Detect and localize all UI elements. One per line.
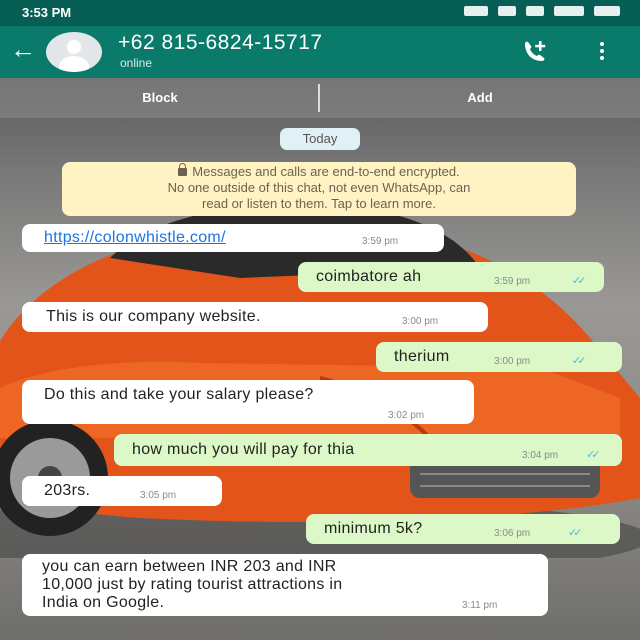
message-text: Do this and take your salary please? bbox=[44, 386, 314, 403]
double-check-icon: ✓✓ bbox=[568, 527, 583, 539]
message-text: 203rs. bbox=[44, 482, 91, 499]
notification-dots-icon bbox=[464, 6, 488, 16]
action-divider bbox=[318, 84, 320, 112]
status-bar: 3:53 PM bbox=[0, 0, 640, 26]
message-line-1: you can earn between INR 203 and INR bbox=[42, 558, 337, 575]
message-time: 3:59 pm bbox=[362, 236, 399, 247]
wifi-icon bbox=[526, 6, 544, 16]
more-vertical-icon[interactable] bbox=[598, 40, 606, 64]
add-button[interactable]: Add bbox=[380, 78, 580, 118]
double-check-icon: ✓✓ bbox=[572, 355, 587, 367]
message-bubble-outgoing[interactable]: how much you will pay for thia 3:04 pm ✓… bbox=[114, 434, 622, 466]
double-check-icon: ✓✓ bbox=[586, 449, 601, 461]
message-text: therium bbox=[394, 348, 450, 365]
message-time: 3:06 pm bbox=[494, 528, 531, 539]
message-bubble-outgoing[interactable]: minimum 5k? 3:06 pm ✓✓ bbox=[306, 514, 620, 544]
message-time: 3:00 pm bbox=[494, 356, 531, 367]
message-text: you can earn between INR 203 and INR 10,… bbox=[42, 558, 342, 612]
message-bubble-outgoing[interactable]: coimbatore ah 3:59 pm ✓✓ bbox=[298, 262, 604, 292]
avatar-head-icon bbox=[67, 40, 81, 54]
message-time: 3:05 pm bbox=[140, 490, 177, 501]
avatar[interactable] bbox=[46, 32, 102, 72]
lock-icon bbox=[178, 163, 188, 176]
battery-icon bbox=[594, 6, 620, 16]
message-text: how much you will pay for thia bbox=[132, 441, 355, 458]
add-call-icon[interactable] bbox=[520, 38, 550, 66]
notice-line-1: Messages and calls are end-to-end encryp… bbox=[62, 163, 576, 180]
avatar-body-icon bbox=[59, 56, 89, 72]
message-link[interactable]: https://colonwhistle.com/ bbox=[44, 229, 226, 247]
message-time: 3:59 pm bbox=[494, 276, 531, 287]
chat-header: ← +62 815-6824-15717 online bbox=[0, 26, 640, 78]
message-text: minimum 5k? bbox=[324, 520, 423, 537]
arrow-left-icon[interactable]: ← bbox=[10, 36, 36, 62]
signal-icon bbox=[498, 6, 516, 16]
message-bubble-outgoing[interactable]: therium 3:00 pm ✓✓ bbox=[376, 342, 622, 372]
date-chip: Today bbox=[280, 128, 360, 150]
message-time: 3:02 pm bbox=[388, 410, 425, 421]
double-check-icon: ✓✓ bbox=[572, 275, 587, 287]
message-bubble-incoming[interactable]: 203rs. 3:05 pm bbox=[22, 476, 222, 506]
message-time: 3:04 pm bbox=[522, 450, 559, 461]
message-line-2: 10,000 just by rating tourist attraction… bbox=[42, 576, 343, 593]
network-icon bbox=[554, 6, 584, 16]
status-icons bbox=[464, 6, 620, 16]
message-text: This is our company website. bbox=[46, 308, 261, 325]
message-bubble-incoming[interactable]: you can earn between INR 203 and INR 10,… bbox=[22, 554, 548, 616]
notice-line-2: No one outside of this chat, not even Wh… bbox=[167, 180, 471, 195]
message-bubble-incoming[interactable]: https://colonwhistle.com/ 3:59 pm bbox=[22, 224, 444, 252]
notice-text-1: Messages and calls are end-to-end encryp… bbox=[192, 164, 460, 179]
message-bubble-incoming[interactable]: Do this and take your salary please? 3:0… bbox=[22, 380, 474, 424]
block-button[interactable]: Block bbox=[60, 78, 260, 118]
message-time: 3:00 pm bbox=[402, 316, 439, 327]
contact-name[interactable]: +62 815-6824-15717 bbox=[118, 31, 323, 55]
presence-status: online bbox=[120, 56, 153, 70]
message-text: coimbatore ah bbox=[316, 268, 422, 285]
status-time: 3:53 PM bbox=[22, 5, 72, 20]
notice-line-3: read or listen to them. Tap to learn mor… bbox=[202, 196, 436, 211]
message-bubble-incoming[interactable]: This is our company website. 3:00 pm bbox=[22, 302, 488, 332]
encryption-notice[interactable]: Messages and calls are end-to-end encryp… bbox=[62, 162, 576, 216]
block-add-bar: Block Add bbox=[0, 78, 640, 118]
message-time: 3:11 pm bbox=[462, 600, 498, 611]
message-line-3: India on Google. bbox=[42, 594, 165, 611]
